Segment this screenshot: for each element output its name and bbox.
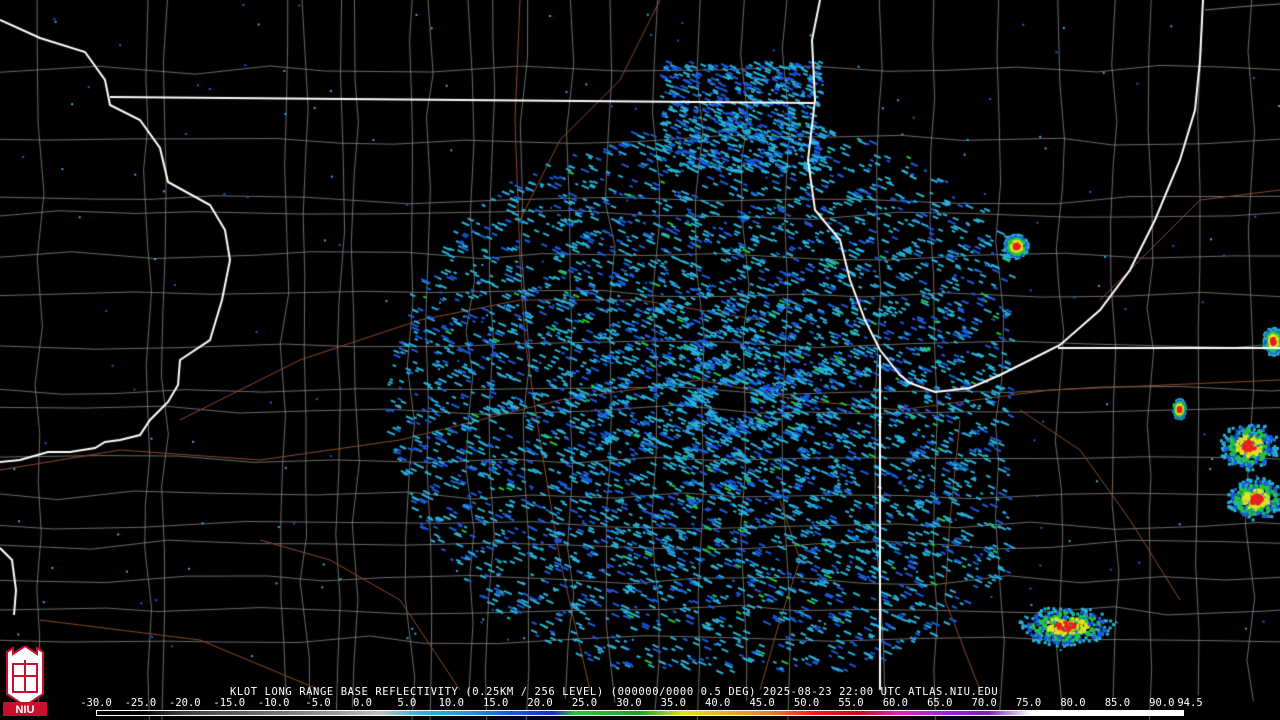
colorbar-tick: 25.0 — [571, 697, 598, 709]
colorbar-tick: 15.0 — [483, 697, 509, 709]
colorbar-tick: 75.0 — [1015, 697, 1042, 709]
niu-logo: NIU — [3, 646, 47, 716]
colorbar-tick: -15.0 — [213, 697, 246, 709]
colorbar-tick: 50.0 — [793, 697, 820, 709]
colorbar-tick: 0.0 — [352, 697, 372, 709]
radar-map — [0, 0, 1280, 720]
colorbar-tick: 60.0 — [882, 697, 908, 709]
colorbar-tick: 5.0 — [397, 697, 417, 709]
colorbar-tick: 85.0 — [1104, 697, 1131, 709]
colorbar-tick: 94.5 — [1177, 697, 1203, 709]
colorbar-tick: -25.0 — [124, 697, 157, 709]
colorbar-tick: 40.0 — [705, 697, 731, 709]
colorbar-tick: -5.0 — [305, 697, 331, 709]
colorbar-tick: -30.0 — [80, 697, 112, 709]
colorbar-tick: 10.0 — [438, 697, 464, 709]
colorbar-tick: 70.0 — [971, 697, 997, 709]
colorbar-ticks: -30.0 -25.0 -20.0 -15.0 -10.0 -5.0 0.0 5.0 10.0 1… — [80, 697, 1202, 709]
colorbar-tick: -20.0 — [169, 697, 201, 709]
colorbar — [96, 710, 1184, 716]
colorbar-tick: 35.0 — [660, 697, 686, 709]
colorbar-tick: 55.0 — [838, 697, 864, 709]
colorbar-tick: 80.0 — [1060, 697, 1086, 709]
colorbar-tick: 65.0 — [927, 697, 953, 709]
colorbar-tick: -10.0 — [257, 697, 290, 709]
colorbar-tick: 20.0 — [527, 697, 553, 709]
colorbar-tick: 45.0 — [749, 697, 775, 709]
colorbar-tick: 90.0 — [1149, 697, 1175, 709]
niu-logo-label: NIU — [16, 704, 35, 716]
colorbar-tick: 30.0 — [616, 697, 642, 709]
